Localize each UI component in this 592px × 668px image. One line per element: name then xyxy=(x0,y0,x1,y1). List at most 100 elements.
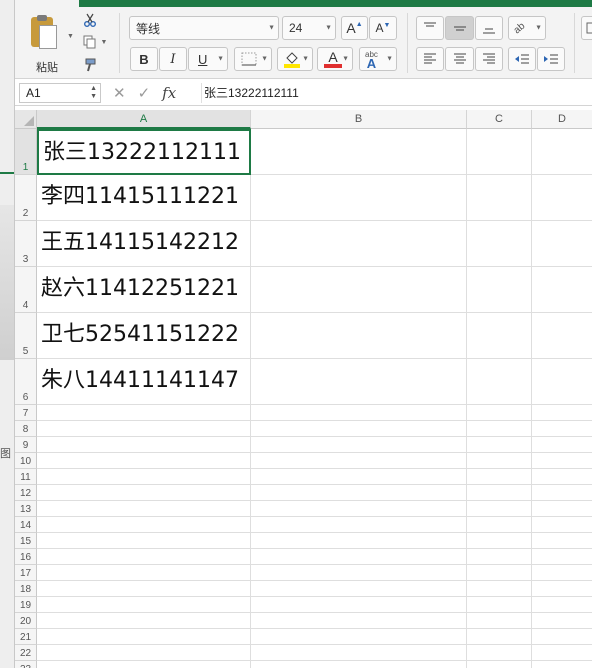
cell-b7[interactable] xyxy=(251,405,467,421)
cell-b12[interactable] xyxy=(251,485,467,501)
cell-d6[interactable] xyxy=(532,359,592,405)
cell-a20[interactable] xyxy=(37,613,251,629)
bold-button[interactable]: B xyxy=(130,47,158,71)
cell-a8[interactable] xyxy=(37,421,251,437)
cell-c23[interactable] xyxy=(467,661,532,668)
row-header-14[interactable]: 14 xyxy=(15,517,37,533)
cell-d14[interactable] xyxy=(532,517,592,533)
cell-d5[interactable] xyxy=(532,313,592,359)
enter-check-icon[interactable]: ✓ xyxy=(138,84,151,102)
cell-d1[interactable] xyxy=(532,129,592,175)
cell-a2[interactable]: 李四11415111221 xyxy=(37,175,251,221)
worksheet-grid[interactable]: A B C D 1 张三13222112111 2 李四11415111221 3 王五14115… xyxy=(15,110,592,668)
cell-c16[interactable] xyxy=(467,549,532,565)
italic-button[interactable]: I xyxy=(159,47,187,71)
cell-a9[interactable] xyxy=(37,437,251,453)
fill-color-button[interactable]: ▼ xyxy=(277,47,313,71)
cell-a13[interactable] xyxy=(37,501,251,517)
font-name-select[interactable]: 等线 ▼ xyxy=(129,16,279,40)
row-header-17[interactable]: 17 xyxy=(15,565,37,581)
row-header-8[interactable]: 8 xyxy=(15,421,37,437)
align-top-button[interactable] xyxy=(416,16,444,40)
row-header-11[interactable]: 11 xyxy=(15,469,37,485)
cell-b1[interactable] xyxy=(251,129,467,175)
decrease-font-size-button[interactable]: A ▼ xyxy=(369,16,397,40)
cell-d3[interactable] xyxy=(532,221,592,267)
cell-b11[interactable] xyxy=(251,469,467,485)
cell-a21[interactable] xyxy=(37,629,251,645)
row-header-7[interactable]: 7 xyxy=(15,405,37,421)
cell-d16[interactable] xyxy=(532,549,592,565)
underline-button[interactable]: U ▼ xyxy=(188,47,228,71)
row-header-2[interactable]: 2 xyxy=(15,175,37,221)
cell-d19[interactable] xyxy=(532,597,592,613)
row-header-4[interactable]: 4 xyxy=(15,267,37,313)
cell-c7[interactable] xyxy=(467,405,532,421)
cell-b16[interactable] xyxy=(251,549,467,565)
cell-d8[interactable] xyxy=(532,421,592,437)
cell-d20[interactable] xyxy=(532,613,592,629)
name-box-spinner-icon[interactable]: ▲ ▼ xyxy=(90,85,97,101)
row-header-20[interactable]: 20 xyxy=(15,613,37,629)
row-header-19[interactable]: 19 xyxy=(15,597,37,613)
cell-d2[interactable] xyxy=(532,175,592,221)
cell-d11[interactable] xyxy=(532,469,592,485)
cell-d7[interactable] xyxy=(532,405,592,421)
align-right-button[interactable] xyxy=(475,47,503,71)
cell-a15[interactable] xyxy=(37,533,251,549)
cell-c1[interactable] xyxy=(467,129,532,175)
cell-a4[interactable]: 赵六11412251221 xyxy=(37,267,251,313)
cell-c14[interactable] xyxy=(467,517,532,533)
column-header-d[interactable]: D xyxy=(532,110,592,129)
row-header-12[interactable]: 12 xyxy=(15,485,37,501)
borders-button[interactable]: ▼ xyxy=(234,47,272,71)
cell-c18[interactable] xyxy=(467,581,532,597)
cell-a11[interactable] xyxy=(37,469,251,485)
column-header-b[interactable]: B xyxy=(251,110,467,129)
increase-indent-button[interactable] xyxy=(537,47,565,71)
cell-c2[interactable] xyxy=(467,175,532,221)
paste-button[interactable]: 粘贴 ▼ xyxy=(23,15,74,75)
cell-b4[interactable] xyxy=(251,267,467,313)
cell-d10[interactable] xyxy=(532,453,592,469)
cell-c10[interactable] xyxy=(467,453,532,469)
row-header-3[interactable]: 3 xyxy=(15,221,37,267)
row-header-16[interactable]: 16 xyxy=(15,549,37,565)
cell-c21[interactable] xyxy=(467,629,532,645)
cell-c20[interactable] xyxy=(467,613,532,629)
cell-d9[interactable] xyxy=(532,437,592,453)
copy-dropdown-icon[interactable]: ▼ xyxy=(101,39,108,46)
cell-a3[interactable]: 王五14115142212 xyxy=(37,221,251,267)
cell-c22[interactable] xyxy=(467,645,532,661)
select-all-button[interactable] xyxy=(15,110,37,129)
cell-b23[interactable] xyxy=(251,661,467,668)
cell-c19[interactable] xyxy=(467,597,532,613)
cell-a17[interactable] xyxy=(37,565,251,581)
cancel-icon[interactable]: ✕ xyxy=(113,84,126,102)
cell-b9[interactable] xyxy=(251,437,467,453)
cell-a6[interactable]: 朱八14411141147 xyxy=(37,359,251,405)
cell-a19[interactable] xyxy=(37,597,251,613)
insert-function-icon[interactable]: fx xyxy=(162,84,176,102)
align-center-button[interactable] xyxy=(445,47,474,71)
cell-a5[interactable]: 卫七52541151222 xyxy=(37,313,251,359)
cell-b3[interactable] xyxy=(251,221,467,267)
paste-dropdown-icon[interactable]: ▼ xyxy=(67,33,74,40)
cell-b18[interactable] xyxy=(251,581,467,597)
row-header-21[interactable]: 21 xyxy=(15,629,37,645)
cell-b6[interactable] xyxy=(251,359,467,405)
row-header-13[interactable]: 13 xyxy=(15,501,37,517)
cell-c4[interactable] xyxy=(467,267,532,313)
cell-c9[interactable] xyxy=(467,437,532,453)
cell-c15[interactable] xyxy=(467,533,532,549)
cell-d23[interactable] xyxy=(532,661,592,668)
cell-d17[interactable] xyxy=(532,565,592,581)
row-header-9[interactable]: 9 xyxy=(15,437,37,453)
cell-b21[interactable] xyxy=(251,629,467,645)
cell-c3[interactable] xyxy=(467,221,532,267)
cell-d21[interactable] xyxy=(532,629,592,645)
cell-a1[interactable]: 张三13222112111 xyxy=(37,129,251,175)
row-header-22[interactable]: 22 xyxy=(15,645,37,661)
formula-input[interactable]: 张三13222112111 xyxy=(201,83,592,103)
copy-button[interactable]: ▼ xyxy=(79,32,111,52)
